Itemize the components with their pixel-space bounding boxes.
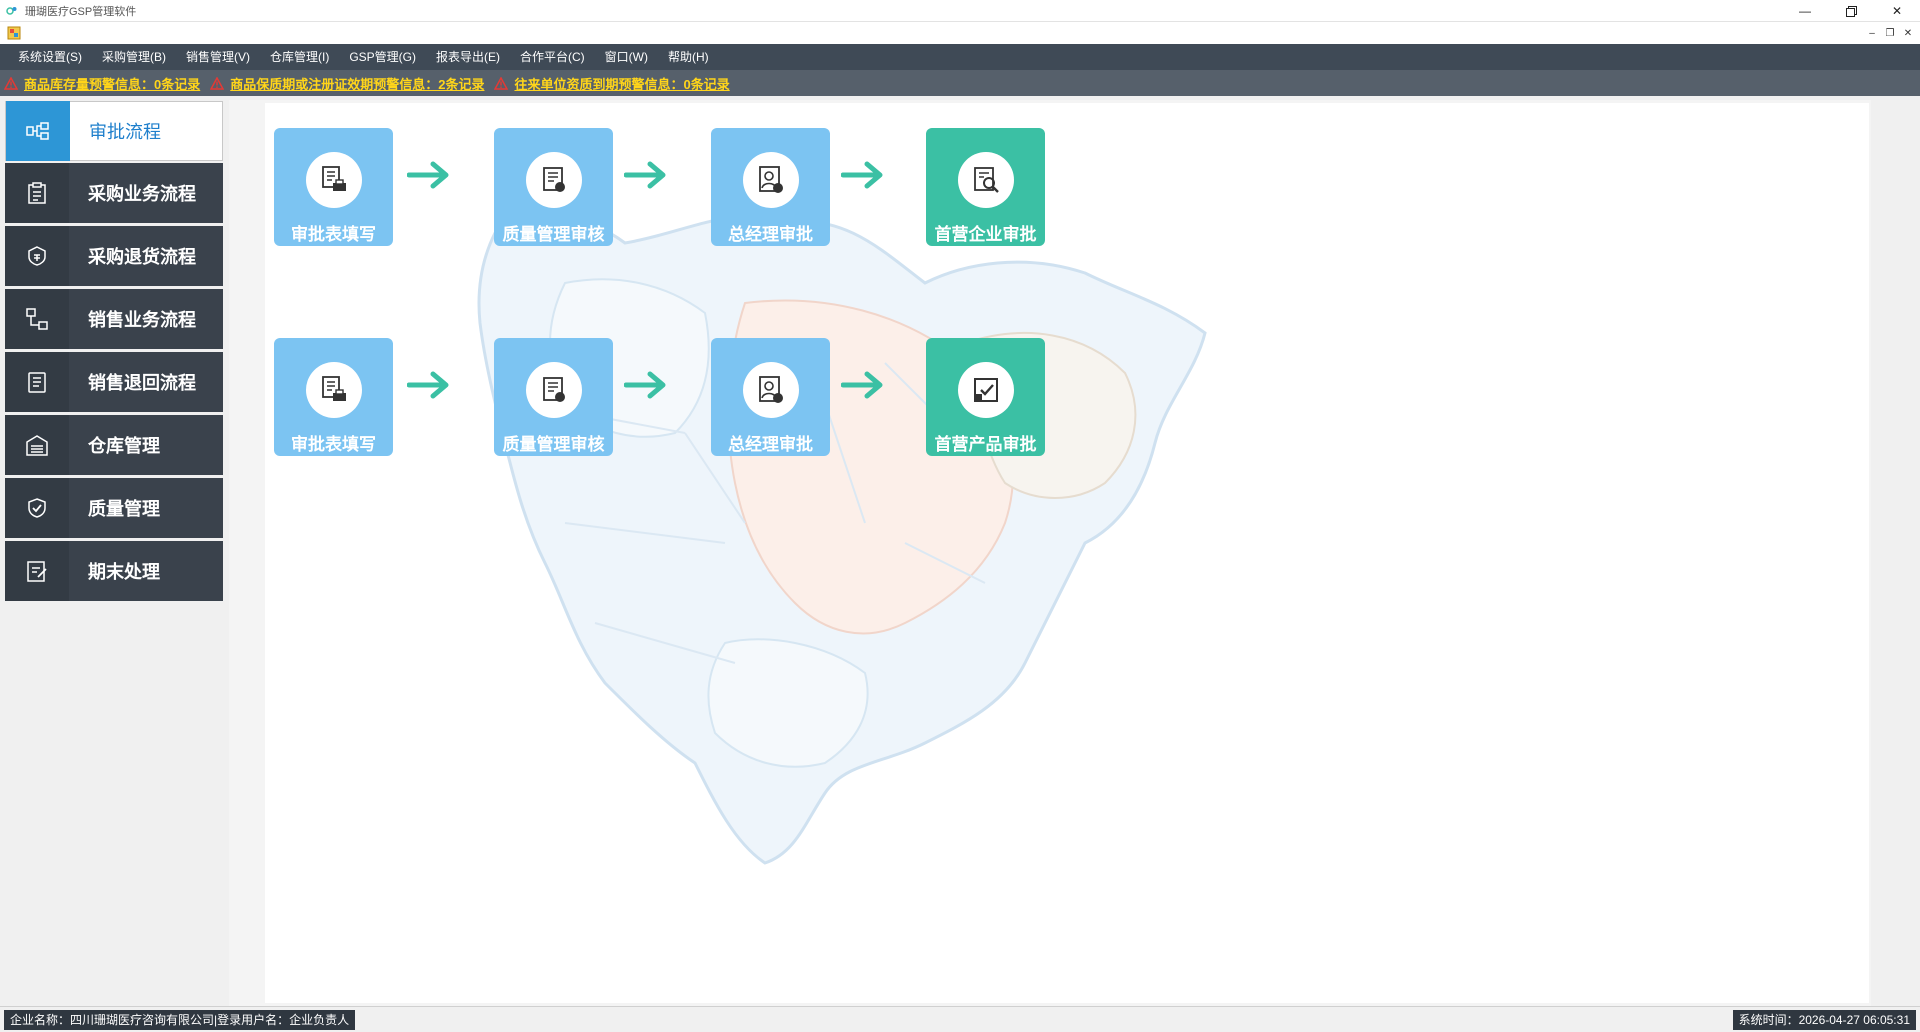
menu-system-settings[interactable]: 系统设置(S) — [8, 44, 92, 70]
sidebar: 审批流程 采购业务流程 采购退货流程 销售业务流程 销售退回流程 仓库管理 质量… — [0, 100, 225, 1006]
right-arrow-icon — [407, 161, 449, 189]
sidebar-item-period-end[interactable]: 期末处理 — [5, 541, 223, 601]
manager-icon — [742, 362, 799, 418]
period-end-icon — [5, 541, 69, 601]
right-arrow-icon — [841, 161, 883, 189]
status-company-user: 企业名称：四川珊瑚医疗咨询有限公司|登录用户名：企业负责人 — [4, 1010, 356, 1030]
menu-report-export[interactable]: 报表导出(E) — [426, 44, 510, 70]
right-arrow-icon — [841, 371, 883, 399]
sidebar-item-purchase-flow[interactable]: 采购业务流程 — [5, 163, 223, 223]
step-manager-approval-product[interactable]: 总经理审批 — [711, 338, 830, 456]
step-quality-review-enterprise[interactable]: 质量管理审核 — [494, 128, 613, 246]
mdi-minimize-icon[interactable]: – — [1864, 25, 1880, 41]
menu-window[interactable]: 窗口(W) — [595, 44, 658, 70]
sidebar-item-label: 采购业务流程 — [88, 184, 196, 204]
step-form-fill-enterprise[interactable]: 审批表填写 — [274, 128, 393, 246]
return-icon — [5, 226, 69, 286]
right-arrow-icon — [407, 371, 449, 399]
check-box-icon — [957, 362, 1014, 418]
mdi-child-strip: – ❐ ✕ — [0, 22, 1920, 44]
menu-purchase[interactable]: 采购管理(B) — [92, 44, 176, 70]
step-label: 质量管理审核 — [502, 225, 605, 244]
alert-qualification-text[interactable]: 往来单位资质到期预警信息：0条记录 — [514, 74, 729, 93]
menu-help[interactable]: 帮助(H) — [658, 44, 719, 70]
alert-stock-text[interactable]: 商品库存量预警信息：0条记录 — [24, 74, 200, 93]
main-content: 审批表填写 质量管理审核 总经理审批 首营企业审批 审批表填写 质量管理审核 总… — [229, 100, 1871, 1006]
sidebar-item-warehouse[interactable]: 仓库管理 — [5, 415, 223, 475]
step-form-fill-product[interactable]: 审批表填写 — [274, 338, 393, 456]
sidebar-item-purchase-return[interactable]: 采购退货流程 — [5, 226, 223, 286]
form-print-icon — [305, 152, 362, 208]
sales-flow-icon — [5, 289, 69, 349]
quality-doc-icon — [525, 152, 582, 208]
sidebar-item-label: 期末处理 — [88, 562, 160, 582]
step-first-enterprise-approval[interactable]: 首营企业审批 — [926, 128, 1045, 246]
minimize-icon[interactable]: — — [1782, 0, 1828, 22]
alert-bar: 商品库存量预警信息：0条记录 商品保质期或注册证效期预警信息：2条记录 往来单位… — [0, 70, 1920, 96]
right-arrow-icon — [624, 161, 666, 189]
sidebar-item-quality[interactable]: 质量管理 — [5, 478, 223, 538]
close-icon[interactable]: ✕ — [1874, 0, 1920, 22]
step-label: 审批表填写 — [291, 225, 376, 244]
warning-icon — [209, 75, 225, 90]
mdi-controls: – ❐ ✕ — [1864, 25, 1916, 41]
alert-expiry[interactable]: 商品保质期或注册证效期预警信息：2条记录 — [209, 74, 484, 93]
mdi-restore-icon[interactable]: ❐ — [1882, 25, 1898, 41]
menu-cooperation[interactable]: 合作平台(C) — [510, 44, 595, 70]
alert-qualification[interactable]: 往来单位资质到期预警信息：0条记录 — [494, 74, 730, 93]
step-label: 总经理审批 — [728, 435, 813, 454]
alert-stock[interactable]: 商品库存量预警信息：0条记录 — [3, 74, 200, 93]
clipboard-icon — [5, 163, 69, 223]
app-logo-icon — [5, 4, 19, 18]
sidebar-item-approval-flow[interactable]: 审批流程 — [5, 101, 223, 161]
restore-icon[interactable] — [1828, 0, 1874, 22]
manager-icon — [742, 152, 799, 208]
step-label: 质量管理审核 — [502, 435, 605, 454]
right-arrow-icon — [624, 371, 666, 399]
menu-gsp[interactable]: GSP管理(G) — [339, 44, 426, 70]
sidebar-item-label: 质量管理 — [88, 499, 160, 519]
sidebar-item-label: 审批流程 — [89, 122, 161, 142]
step-label: 总经理审批 — [728, 225, 813, 244]
quality-doc-icon — [525, 362, 582, 418]
window-controls: — ✕ — [1782, 0, 1920, 22]
menu-sales[interactable]: 销售管理(V) — [176, 44, 260, 70]
warning-icon — [3, 75, 19, 90]
warning-icon — [494, 75, 509, 90]
warehouse-icon — [5, 415, 69, 475]
form-print-icon — [305, 362, 362, 418]
approval-flow-panel: 审批表填写 质量管理审核 总经理审批 首营企业审批 审批表填写 质量管理审核 总… — [265, 103, 1869, 1003]
step-manager-approval-enterprise[interactable]: 总经理审批 — [711, 128, 830, 246]
step-quality-review-product[interactable]: 质量管理审核 — [494, 338, 613, 456]
status-system-time: 系统时间：2026-04-27 06:05:31 — [1732, 1010, 1916, 1030]
menu-warehouse[interactable]: 仓库管理(I) — [260, 44, 339, 70]
step-first-product-approval[interactable]: 首营产品审批 — [926, 338, 1045, 456]
shield-check-icon — [5, 478, 69, 538]
mdi-close-icon[interactable]: ✕ — [1900, 25, 1916, 41]
sidebar-item-label: 采购退货流程 — [88, 247, 196, 267]
sidebar-item-label: 销售退回流程 — [88, 373, 196, 393]
flow-icon — [6, 101, 70, 161]
status-bar: 企业名称：四川珊瑚医疗咨询有限公司|登录用户名：企业负责人 系统时间：2026-… — [0, 1006, 1920, 1032]
sidebar-item-sales-flow[interactable]: 销售业务流程 — [5, 289, 223, 349]
step-label: 首营企业审批 — [934, 225, 1037, 244]
sales-return-icon — [5, 352, 69, 412]
title-bar: 珊瑚医疗GSP管理软件 — ✕ — [0, 0, 1920, 22]
sidebar-item-sales-return[interactable]: 销售退回流程 — [5, 352, 223, 412]
sidebar-item-label: 销售业务流程 — [88, 310, 196, 330]
menu-bar: 系统设置(S) 采购管理(B) 销售管理(V) 仓库管理(I) GSP管理(G)… — [0, 44, 1920, 70]
window-title: 珊瑚医疗GSP管理软件 — [25, 5, 137, 18]
step-label: 首营产品审批 — [934, 435, 1037, 454]
sidebar-item-label: 仓库管理 — [88, 436, 160, 456]
step-label: 审批表填写 — [291, 435, 376, 454]
doc-search-icon — [957, 152, 1014, 208]
mdi-child-icon[interactable] — [7, 26, 21, 40]
alert-expiry-text[interactable]: 商品保质期或注册证效期预警信息：2条记录 — [230, 74, 484, 93]
